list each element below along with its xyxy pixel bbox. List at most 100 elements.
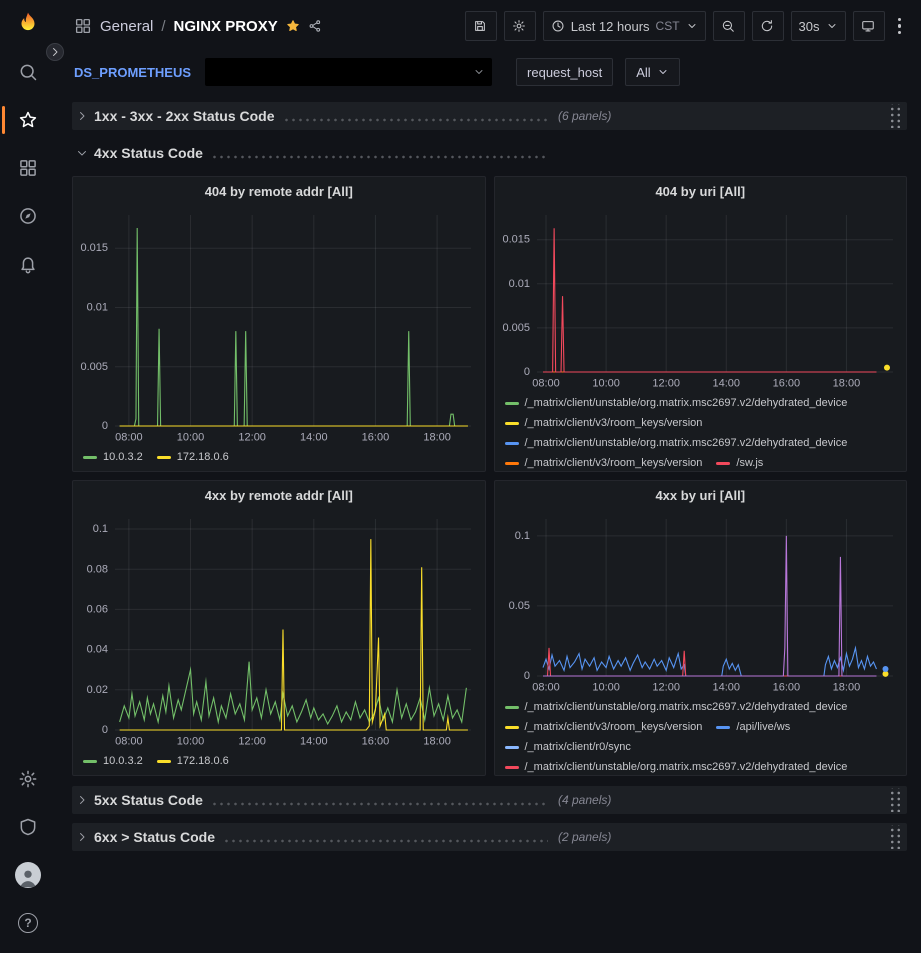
chevron-right-icon: [49, 46, 61, 58]
legend-series-label: /_matrix/client/unstable/org.matrix.msc2…: [525, 397, 848, 409]
legend-item[interactable]: 172.18.0.6: [157, 449, 229, 465]
legend-item[interactable]: 172.18.0.6: [157, 753, 229, 769]
chart-4xx-by-uri[interactable]: [495, 509, 907, 697]
legend-item[interactable]: 10.0.3.2: [83, 753, 143, 769]
refresh-button[interactable]: [752, 11, 784, 41]
chart-404-by-uri[interactable]: [495, 205, 907, 393]
legend-item[interactable]: /_matrix/client/unstable/org.matrix.msc2…: [505, 435, 848, 451]
datasource-variable-label[interactable]: DS_PROMETHEUS: [74, 65, 191, 80]
grafana-flame-icon: [15, 11, 41, 37]
row-5xx[interactable]: 5xx Status Code (4 panels): [72, 786, 907, 814]
panel-title[interactable]: 404 by uri [All]: [495, 177, 907, 205]
datasource-variable-select[interactable]: [205, 58, 492, 86]
breadcrumb-folder[interactable]: General: [100, 18, 153, 35]
sidebar-expand-handle[interactable]: [46, 43, 64, 61]
panel-legend: 10.0.3.2 172.18.0.6: [73, 751, 485, 775]
gear-icon: [18, 769, 38, 789]
timezone-label: CST: [656, 19, 680, 33]
more-menu-button[interactable]: [892, 14, 908, 39]
panel-title[interactable]: 4xx by remote addr [All]: [73, 481, 485, 509]
legend-item[interactable]: /_matrix/client/v3/room_keys/version: [505, 719, 703, 735]
refresh-icon: [760, 19, 774, 33]
top-navbar: General / NGINX PROXY: [56, 0, 921, 52]
grafana-app: ? General / NGINX PROXY: [0, 0, 921, 953]
chart-4xx-by-remote-addr[interactable]: [73, 509, 485, 751]
breadcrumb-separator: /: [161, 18, 165, 35]
share-icon[interactable]: [308, 19, 322, 33]
compass-icon: [18, 206, 38, 226]
legend-item[interactable]: /_matrix/client/v3/room_keys/version: [505, 415, 703, 431]
row-header-left: 4xx Status Code: [76, 145, 548, 161]
sidebar-item-profile[interactable]: [0, 851, 56, 899]
dashboard-settings-button[interactable]: [504, 11, 536, 41]
row-drag-handle[interactable]: [888, 825, 901, 849]
row-dotted-leader: [211, 802, 548, 806]
monitor-icon: [861, 19, 875, 33]
request-host-variable-select[interactable]: All: [625, 58, 679, 86]
row-4xx[interactable]: 4xx Status Code: [72, 139, 907, 167]
chart-404-by-remote-addr[interactable]: [73, 205, 485, 447]
sidebar-item-starred[interactable]: [0, 96, 56, 144]
save-dashboard-button[interactable]: [465, 11, 497, 41]
panel-title[interactable]: 4xx by uri [All]: [495, 481, 907, 509]
panel-legend: /_matrix/client/unstable/org.matrix.msc2…: [495, 697, 907, 775]
legend-item[interactable]: /_matrix/client/unstable/org.matrix.msc2…: [505, 395, 848, 411]
sidebar-item-alerting[interactable]: [0, 240, 56, 288]
row-dotted-leader: [223, 839, 548, 843]
row-panels-count: (4 panels): [558, 793, 611, 807]
legend-series-label: /api/live/ws: [736, 721, 790, 733]
favorite-star-icon[interactable]: [286, 19, 300, 33]
legend-item[interactable]: 10.0.3.2: [83, 449, 143, 465]
time-range-picker[interactable]: Last 12 hours CST: [543, 11, 706, 41]
refresh-interval-label: 30s: [799, 19, 820, 34]
panels-grid: 404 by remote addr [All] 10.0.3.2 172.18.…: [72, 176, 907, 776]
row-title: 1xx - 3xx - 2xx Status Code: [94, 108, 275, 124]
legend-item[interactable]: /_matrix/client/v3/room_keys/version: [505, 455, 703, 471]
legend-item[interactable]: /_matrix/client/unstable/org.matrix.msc2…: [505, 699, 848, 715]
legend-series-swatch: [505, 402, 519, 405]
panel-4xx-by-uri: 4xx by uri [All] /_matrix/client/unstabl…: [494, 480, 908, 776]
bell-icon: [18, 254, 38, 274]
legend-series-swatch: [83, 760, 97, 763]
request-host-variable-label[interactable]: request_host: [516, 58, 613, 86]
sidebar-item-explore[interactable]: [0, 192, 56, 240]
grafana-logo[interactable]: [0, 0, 56, 48]
row-drag-handle[interactable]: [888, 788, 901, 812]
save-icon: [473, 19, 487, 33]
legend-item[interactable]: /_matrix/client/unstable/org.matrix.msc2…: [505, 759, 848, 775]
tv-mode-button[interactable]: [853, 11, 885, 41]
row-panels-count: (2 panels): [558, 830, 611, 844]
legend-series-label: /_matrix/client/v3/room_keys/version: [525, 417, 703, 429]
panel-legend: 10.0.3.2 172.18.0.6: [73, 447, 485, 471]
chevron-down-icon: [826, 20, 838, 32]
legend-series-label: /sw.js: [736, 457, 763, 469]
legend-series-swatch: [716, 462, 730, 465]
sidebar-item-server-admin[interactable]: [0, 803, 56, 851]
sidebar-item-dashboards[interactable]: [0, 144, 56, 192]
panel-4xx-by-remote-addr: 4xx by remote addr [All] 10.0.3.2 172.18.…: [72, 480, 486, 776]
zoom-out-button[interactable]: [713, 11, 745, 41]
request-host-label-text: request_host: [527, 65, 602, 80]
timeseries-canvas[interactable]: [495, 205, 907, 393]
chevron-right-icon: [76, 110, 88, 122]
timeseries-canvas[interactable]: [73, 509, 485, 751]
legend-item[interactable]: /api/live/ws: [716, 719, 790, 735]
dashboard-title[interactable]: NGINX PROXY: [174, 18, 278, 35]
timeseries-canvas[interactable]: [495, 509, 907, 697]
panel-title[interactable]: 404 by remote addr [All]: [73, 177, 485, 205]
row-drag-handle[interactable]: [888, 104, 901, 128]
panel-legend: /_matrix/client/unstable/org.matrix.msc2…: [495, 393, 907, 471]
sidebar-item-help[interactable]: ?: [0, 899, 56, 947]
gear-icon: [512, 19, 526, 33]
chevron-down-icon: [76, 147, 88, 159]
legend-series-label: /_matrix/client/unstable/org.matrix.msc2…: [525, 761, 848, 773]
timeseries-canvas[interactable]: [73, 205, 485, 447]
row-dotted-leader: [211, 155, 548, 159]
row-1xx-3xx-2xx[interactable]: 1xx - 3xx - 2xx Status Code (6 panels): [72, 102, 907, 130]
sidebar-item-configuration[interactable]: [0, 755, 56, 803]
row-6xx[interactable]: 6xx > Status Code (2 panels): [72, 823, 907, 851]
legend-series-label: 172.18.0.6: [177, 451, 229, 463]
refresh-interval-picker[interactable]: 30s: [791, 11, 846, 41]
legend-item[interactable]: /sw.js: [716, 455, 763, 471]
legend-item[interactable]: /_matrix/client/r0/sync: [505, 739, 631, 755]
